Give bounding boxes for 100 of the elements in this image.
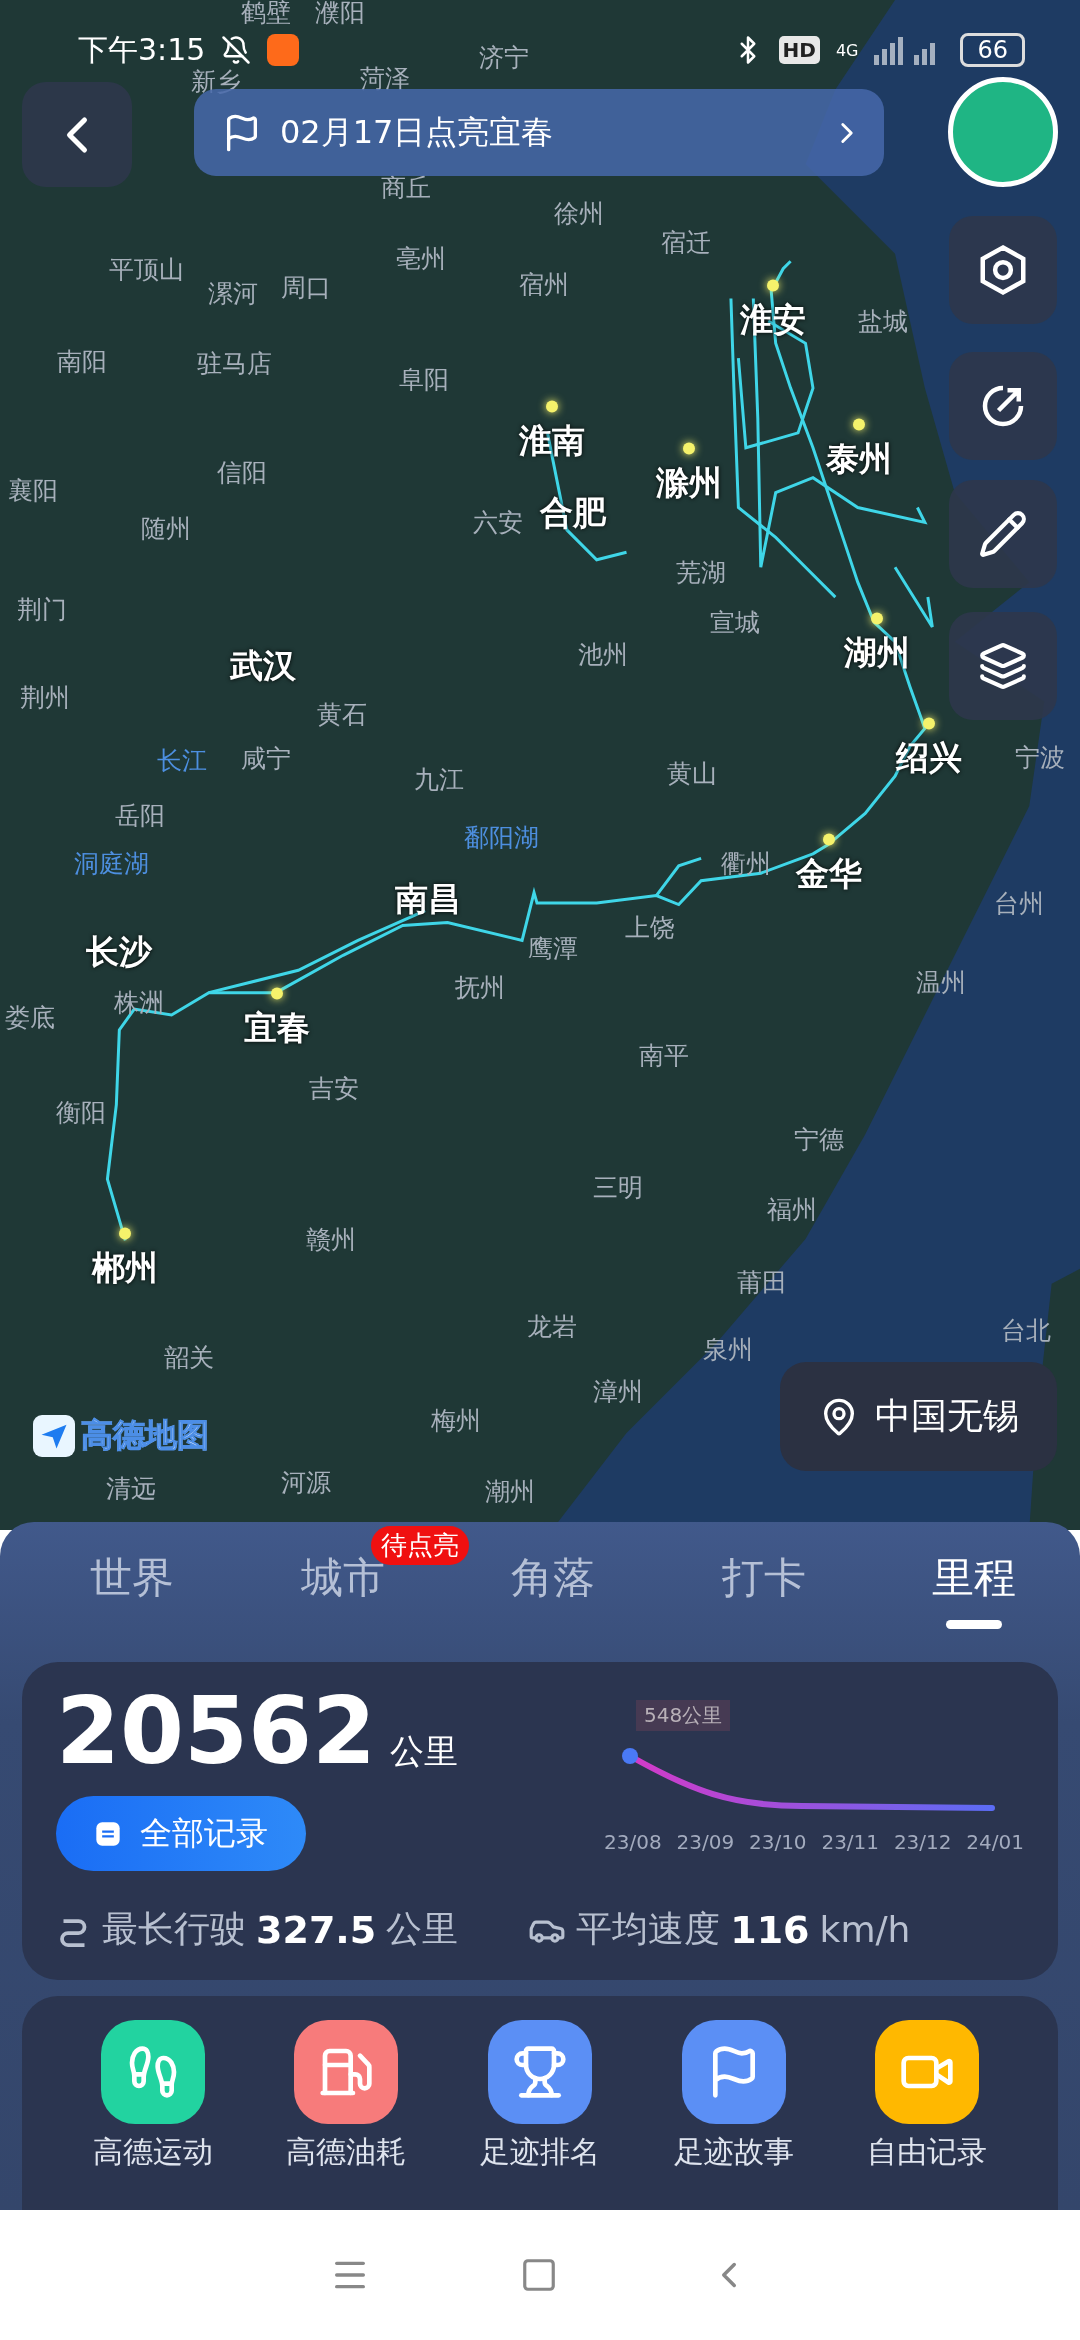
map-label: 株洲	[113, 986, 164, 1019]
map-label: 平顶山	[108, 253, 184, 286]
map-label: 襄阳	[7, 474, 58, 507]
map-label: 莆田	[737, 1266, 788, 1299]
map-label: 龙岩	[526, 1310, 577, 1342]
map-label: 宜春	[244, 1006, 311, 1049]
map-label: 宁德	[793, 1123, 844, 1156]
tab[interactable]: 打卡	[721, 1550, 806, 1616]
map-label: 池州	[577, 638, 628, 671]
map-label: 泉州	[702, 1333, 753, 1366]
map-label: 荆门	[16, 593, 67, 626]
map-label: 濮阳	[315, 0, 366, 29]
layers-button[interactable]	[949, 612, 1057, 720]
map-label: 南昌	[395, 877, 462, 920]
all-records-button[interactable]: 全部记录	[56, 1796, 306, 1871]
map-label: 台北	[1001, 1314, 1052, 1347]
mileage-unit: 公里	[390, 1730, 459, 1773]
edit-button[interactable]	[949, 480, 1057, 588]
map-label: 赣州	[306, 1223, 357, 1256]
map-label: 长沙	[86, 930, 153, 973]
map-label: 鹤壁	[240, 0, 291, 29]
layers-icon	[978, 641, 1028, 691]
map-label: 长江	[157, 744, 207, 777]
map-label: 鄱阳湖	[463, 821, 539, 854]
map-label: 盐城	[858, 305, 909, 338]
map-logo: 高德地图	[81, 1415, 209, 1456]
map-label: 衡阳	[55, 1096, 106, 1129]
chart-month-label: 23/10	[748, 1830, 807, 1854]
tab[interactable]: 世界	[90, 1550, 174, 1616]
location-chip[interactable]: 中国无锡	[780, 1362, 1057, 1471]
shortcut-item[interactable]: 高德油耗	[249, 2020, 444, 2173]
map-label: 衢州	[720, 847, 771, 880]
map-label: 宿迁	[661, 226, 712, 259]
map-label: 驻马店	[196, 347, 272, 380]
tab[interactable]: 里程	[932, 1550, 1016, 1639]
hd-indicator: HD	[778, 36, 820, 64]
map-label: 河源	[280, 1466, 331, 1499]
map-label: 南阳	[57, 345, 108, 378]
map-label: 南平	[638, 1039, 689, 1072]
chart-month-label: 23/11	[821, 1830, 880, 1854]
chart-month-label: 23/12	[893, 1830, 952, 1854]
map-label: 温州	[916, 966, 967, 999]
network-type: 4G	[835, 40, 859, 60]
map-label: 梅州	[431, 1404, 482, 1437]
battery-indicator: 66	[960, 33, 1025, 67]
map-label: 清远	[106, 1472, 157, 1505]
map-label: 宣城	[710, 606, 761, 639]
map-label: 六安	[473, 506, 524, 539]
map-label: 随州	[140, 512, 191, 545]
shortcut-item[interactable]: 足迹故事	[636, 2020, 831, 2173]
map-label: 黄山	[667, 757, 718, 790]
map-label: 三明	[592, 1171, 643, 1204]
tab-underline	[946, 1620, 1002, 1629]
map-label: 漳州	[592, 1375, 643, 1408]
shortcut-item[interactable]: 自由记录	[830, 2020, 1024, 2173]
chart-month-label: 23/09	[676, 1830, 735, 1854]
stat-value: 116	[730, 1907, 810, 1952]
pencil-icon	[978, 509, 1028, 559]
stat-label: 最长行驶	[102, 1907, 246, 1951]
map-label: 韶关	[164, 1341, 215, 1374]
map-label: 武汉	[229, 644, 296, 687]
stat-unit: km/h	[819, 1909, 911, 1950]
shortcut-item[interactable]: 足迹排名	[443, 2020, 637, 2173]
total-mileage: 20562	[56, 1686, 377, 1778]
map-label: 黄石	[316, 698, 367, 730]
map-label: 岳阳	[115, 799, 166, 832]
map-label: 信阳	[216, 456, 267, 489]
stat-label: 平均速度	[576, 1907, 721, 1951]
settings-button[interactable]	[949, 216, 1057, 324]
home-icon[interactable]	[520, 2256, 558, 2294]
map-label: 郴州	[92, 1246, 159, 1289]
map-label: 滁州	[656, 461, 723, 504]
map-label: 济宁	[479, 41, 530, 74]
map-label: 抚州	[455, 971, 506, 1004]
tab-badge: 待点亮	[370, 1526, 469, 1565]
map-label: 徐州	[553, 197, 604, 230]
paper-plane-icon	[33, 1415, 75, 1457]
stat-value: 327.5	[256, 1907, 377, 1952]
map-label: 福州	[767, 1193, 818, 1226]
map-label: 金华	[796, 852, 863, 895]
map-label: 洞庭湖	[74, 847, 150, 880]
map-label: 宿州	[519, 268, 570, 301]
map-label: 芜湖	[676, 556, 727, 589]
chart-month-label: 24/01	[966, 1830, 1024, 1854]
shortcut-item[interactable]: 高德运动	[56, 2020, 250, 2173]
chart-peak-label: 548公里	[636, 1700, 731, 1731]
map-label: 娄底	[4, 1001, 55, 1033]
back-button[interactable]	[22, 82, 132, 187]
app-notification-icon	[267, 34, 300, 66]
map-label: 漯河	[207, 277, 258, 310]
share-button[interactable]	[949, 352, 1057, 460]
map-label: 阜阳	[398, 363, 449, 396]
tab[interactable]: 角落	[511, 1550, 595, 1616]
map-label: 九江	[413, 763, 464, 796]
map-label: 周口	[280, 271, 331, 304]
map-label: 亳州	[395, 242, 446, 275]
map-label: 咸宁	[240, 742, 291, 775]
map-label: 宁波	[1014, 741, 1065, 774]
stat-unit: 公里	[386, 1907, 459, 1951]
chart-month-label: 23/08	[604, 1830, 662, 1854]
